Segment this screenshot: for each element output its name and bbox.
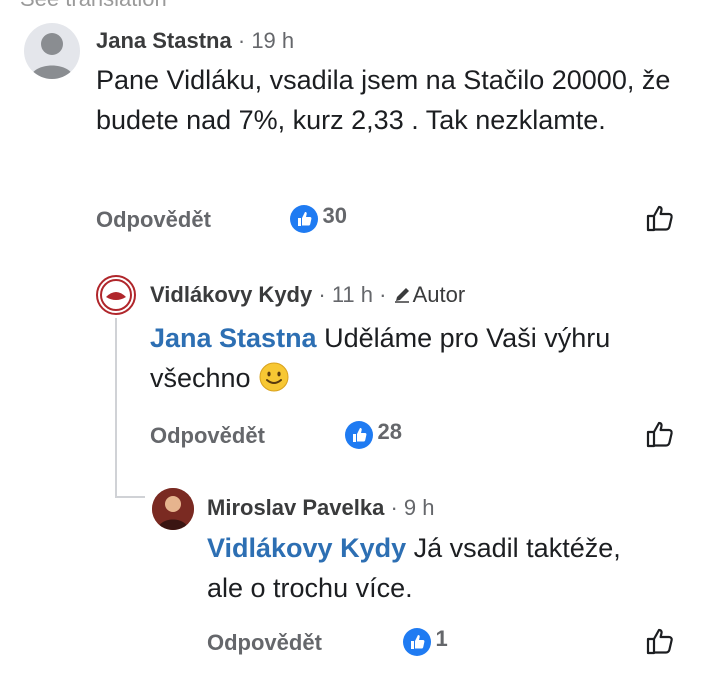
author-badge-label: Autor	[412, 282, 466, 307]
thread-line	[115, 496, 145, 498]
comment-text: Vidlákovy Kydy Já vsadil taktéže, ale o …	[207, 528, 647, 608]
avatar[interactable]	[24, 23, 80, 79]
separator: ·	[318, 282, 326, 307]
mention-link[interactable]: Jana Stastna	[150, 323, 317, 353]
comment-author[interactable]: Miroslav Pavelka	[207, 495, 384, 520]
reply-button[interactable]: Odpovědět	[96, 207, 211, 233]
like-count: 28	[377, 419, 402, 444]
like-button[interactable]	[644, 201, 678, 240]
reply-button[interactable]: Odpovědět	[207, 630, 322, 656]
comment-meta: Vidlákovy Kydy · 11 h · Autor	[150, 282, 465, 308]
thread-line	[115, 318, 117, 498]
comment-time[interactable]: 9 h	[404, 495, 435, 520]
pencil-icon	[394, 288, 409, 303]
comment-meta: Miroslav Pavelka · 9 h	[207, 495, 435, 521]
thumbs-up-outline-icon	[646, 421, 673, 448]
page-logo-icon	[100, 279, 132, 311]
like-icon	[345, 420, 373, 449]
comment-text: Pane Vidláku, vsadila jsem na Stačilo 20…	[96, 65, 671, 135]
comment-time[interactable]: 11 h	[332, 282, 373, 307]
reply-button[interactable]: Odpovědět	[150, 423, 265, 449]
like-count: 1	[435, 626, 448, 651]
thumbs-up-outline-icon	[646, 628, 673, 655]
mention-link[interactable]: Vidlákovy Kydy	[207, 533, 406, 563]
like-button[interactable]	[644, 624, 678, 663]
comment-meta: Jana Stastna · 19 h	[96, 28, 294, 54]
like-summary[interactable]: 30	[290, 203, 347, 233]
avatar[interactable]	[152, 488, 194, 530]
comment-text: Jana Stastna Uděláme pro Vaši výhru všec…	[150, 318, 630, 404]
separator: ·	[237, 28, 246, 53]
author-badge: Autor	[393, 282, 466, 307]
like-summary[interactable]: 28	[345, 419, 402, 449]
comment-author[interactable]: Jana Stastna	[96, 28, 232, 53]
profile-photo-icon	[152, 488, 194, 530]
separator: ·	[390, 495, 398, 520]
like-button[interactable]	[644, 417, 678, 456]
page-avatar[interactable]	[96, 275, 136, 315]
default-avatar-icon	[30, 33, 74, 79]
like-summary[interactable]: 1	[403, 626, 448, 656]
like-icon	[403, 627, 431, 656]
separator: ·	[379, 282, 387, 307]
comment-time[interactable]: 19 h	[251, 28, 294, 53]
smiling-face-icon	[258, 361, 290, 404]
thumbs-up-outline-icon	[646, 205, 673, 232]
like-icon	[290, 204, 318, 233]
like-count: 30	[322, 203, 347, 228]
comment-author[interactable]: Vidlákovy Kydy	[150, 282, 312, 307]
see-translation-link[interactable]: See translation	[20, 0, 167, 12]
